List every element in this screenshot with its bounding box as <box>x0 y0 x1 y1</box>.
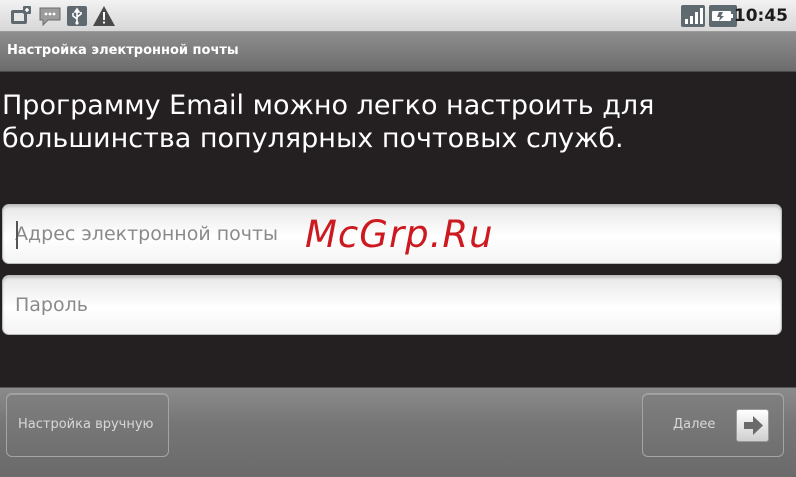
watermark: McGrp.Ru <box>305 213 494 256</box>
usb-icon[interactable] <box>66 5 88 27</box>
status-bar: 10:45 <box>0 0 796 32</box>
chat-icon[interactable] <box>38 5 62 27</box>
clock: 10:45 <box>733 6 788 26</box>
arrow-right-icon <box>736 409 769 442</box>
intro-text: Программу Email можно легко настроить дл… <box>2 90 655 154</box>
signal-icon <box>681 5 705 27</box>
warning-icon[interactable] <box>92 5 116 27</box>
password-field[interactable] <box>15 276 765 334</box>
text-cursor <box>16 221 18 249</box>
page-title: Настройка электронной почты <box>7 43 239 58</box>
button-bar: Настройка вручную Далее <box>0 387 796 477</box>
password-field-container <box>2 275 782 335</box>
manual-setup-label: Настройка вручную <box>18 417 154 432</box>
next-label: Далее <box>673 417 716 432</box>
new-email-icon[interactable] <box>10 5 32 27</box>
manual-setup-button[interactable]: Настройка вручную <box>6 393 169 457</box>
next-button[interactable]: Далее <box>642 393 784 457</box>
title-bar: Настройка электронной почты <box>0 32 796 72</box>
battery-icon <box>709 5 737 27</box>
